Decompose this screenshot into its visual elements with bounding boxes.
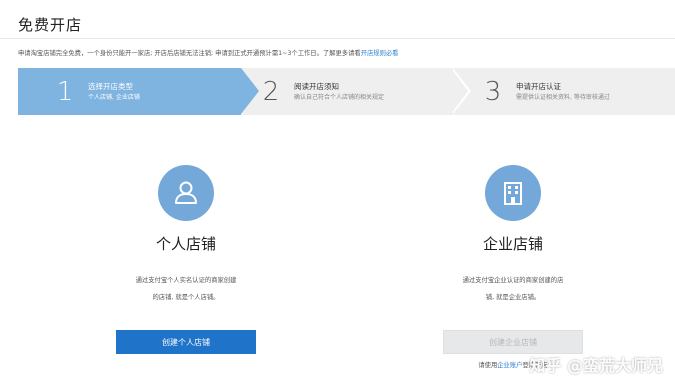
step-3: 3 申请开店认证 需提供认证相关资料, 等待审核通过 xyxy=(478,68,610,115)
page-title: 免费开店 xyxy=(18,16,83,34)
step-3-desc: 需提供认证相关资料, 等待审核通过 xyxy=(516,93,610,101)
notice-body: 申请淘宝店铺完全免费，一个身份只能开一家店; 开店后店铺无法注销; 申请到正式开… xyxy=(18,50,361,57)
watermark: 知乎 @蛮荒大师兄 xyxy=(529,356,663,375)
building-icon xyxy=(485,165,541,221)
personal-desc-line-2: 的店铺, 就是个人店铺。 xyxy=(152,294,220,301)
rules-link[interactable]: 开店规则必看 xyxy=(361,50,399,57)
step-3-title: 申请开店认证 xyxy=(516,81,561,91)
notice-text: 申请淘宝店铺完全免费，一个身份只能开一家店; 开店后店铺无法注销; 申请到正式开… xyxy=(18,48,398,57)
person-icon xyxy=(158,165,214,221)
personal-store-card: 个人店铺 通过支付宝个人实名认证的商家创建 的店铺, 就是个人店铺。 创建个人店… xyxy=(86,165,286,354)
enterprise-store-desc: 通过支付宝企业认证的商家创建的店 铺, 就是企业店铺。 xyxy=(413,272,613,306)
step-2-title: 阅读开店须知 xyxy=(294,81,339,91)
enterprise-store-card: 企业店铺 通过支付宝企业认证的商家创建的店 铺, 就是企业店铺。 创建企业店铺 … xyxy=(413,165,613,369)
step-1-title: 选择开店类型 xyxy=(88,81,133,91)
steps-bar: 1 选择开店类型 个人店铺, 企业店铺 2 阅读开店须知 确认自己符合个人店铺的… xyxy=(18,68,675,115)
enterprise-account-link[interactable]: 企业账户 xyxy=(497,362,522,369)
step-2: 2 阅读开店须知 确认自己符合个人店铺的相关规定 xyxy=(256,68,384,115)
enterprise-desc-line-1: 通过支付宝企业认证的商家创建的店 xyxy=(462,277,564,284)
step-3-number: 3 xyxy=(484,76,502,107)
note-prefix: 请使用 xyxy=(478,362,498,369)
title-divider xyxy=(0,38,675,39)
step-2-desc: 确认自己符合个人店铺的相关规定 xyxy=(294,93,385,101)
enterprise-store-title: 企业店铺 xyxy=(482,235,543,253)
create-enterprise-store-button[interactable]: 创建企业店铺 xyxy=(443,330,583,354)
step-separator-inner xyxy=(451,68,468,114)
personal-store-title: 个人店铺 xyxy=(155,235,216,253)
step-1-desc: 个人店铺, 企业店铺 xyxy=(88,93,140,101)
personal-desc-line-1: 通过支付宝个人实名认证的商家创建 xyxy=(135,277,237,284)
step-2-number: 2 xyxy=(262,76,280,107)
personal-store-desc: 通过支付宝个人实名认证的商家创建 的店铺, 就是个人店铺。 xyxy=(86,272,286,306)
enterprise-desc-line-2: 铺, 就是企业店铺。 xyxy=(485,294,541,301)
step-1-number: 1 xyxy=(56,76,74,107)
create-personal-store-button[interactable]: 创建个人店铺 xyxy=(116,330,256,354)
step-1: 1 选择开店类型 个人店铺, 企业店铺 xyxy=(50,68,140,115)
